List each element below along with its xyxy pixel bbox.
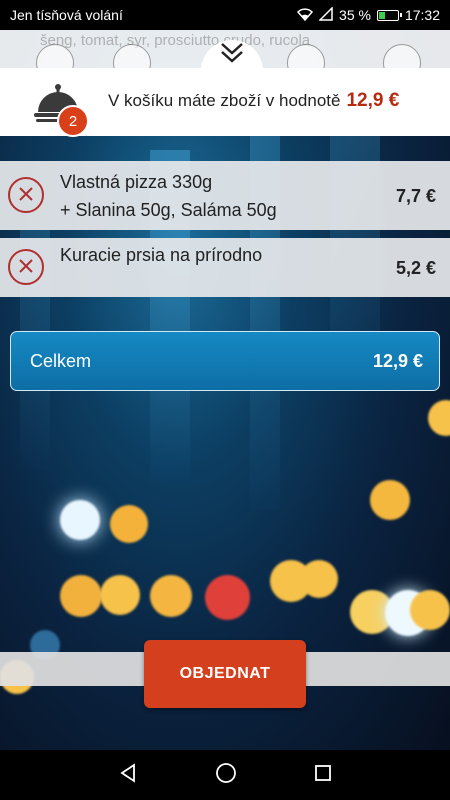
nav-recents-icon[interactable] <box>314 764 332 787</box>
battery-icon <box>376 9 402 21</box>
item-price: 7,7 € <box>395 186 436 206</box>
category-salad-icon[interactable] <box>383 44 421 68</box>
remove-icon <box>18 258 34 277</box>
item-title: Vlastná pizza 330g <box>60 172 213 192</box>
cart-item: Vlastná pizza 330g + Slanina 50g, Saláma… <box>0 161 450 230</box>
cart-message: V košíku máte zboží v hodnotě <box>108 91 341 110</box>
category-bowl-icon[interactable] <box>287 44 325 68</box>
item-title: Kuracie prsia na prírodno <box>60 245 263 265</box>
item-price: 5,2 € <box>395 258 436 278</box>
remove-item-button[interactable] <box>8 177 44 213</box>
total-bar: Celkem 12,9 € <box>10 331 440 391</box>
total-label: Celkem <box>30 350 92 371</box>
cart-count-badge: 2 <box>57 105 89 137</box>
order-button[interactable]: OBJEDNAT <box>144 640 306 708</box>
nav-back-icon[interactable] <box>118 762 138 788</box>
signal-icon <box>318 5 333 24</box>
system-nav-bar <box>0 750 450 800</box>
total-value: 12,9 € <box>372 350 423 371</box>
wifi-icon <box>296 7 314 24</box>
status-bar: Jen tísňová volání 35 % 17:32 <box>0 0 450 30</box>
cart-amount: 12,9 € <box>346 90 400 111</box>
remove-icon <box>18 186 34 205</box>
item-name: Vlastná pizza 330g + Slanina 50g, Saláma… <box>60 168 277 224</box>
battery-percent: 35 % <box>339 7 371 23</box>
clock: 17:32 <box>404 7 440 23</box>
cart-summary-text: V košíku máte zboží v hodnotě 12,9 € <box>108 90 399 112</box>
cart-item: Kuracie prsia na prírodno 5,2 € <box>0 238 450 297</box>
category-description: šeng, tomat, syr, prosciutto crudo, ruco… <box>40 32 311 49</box>
carrier-text: Jen tísňová volání <box>10 7 123 23</box>
remove-item-button[interactable] <box>8 249 44 285</box>
chevron-double-down-icon <box>220 42 244 69</box>
status-icons: 35 % 17:32 <box>296 5 440 24</box>
cart-summary-header: 2 V košíku máte zboží v hodnotě 12,9 € <box>0 68 450 137</box>
item-options: + Slanina 50g, Saláma 50g <box>60 200 277 220</box>
nav-home-icon[interactable] <box>215 762 237 789</box>
